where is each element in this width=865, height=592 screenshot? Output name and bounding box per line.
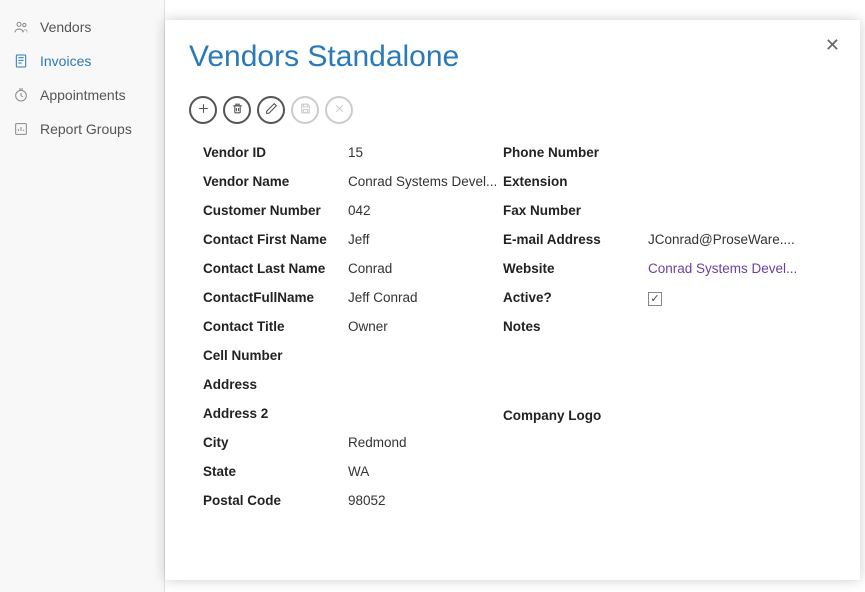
delete-button[interactable]: [223, 96, 251, 124]
field-notes: Notes: [503, 318, 836, 336]
field-label: Company Logo: [503, 407, 648, 425]
save-button: [291, 96, 319, 124]
field-address: Address: [203, 376, 503, 394]
cancel-button: [325, 96, 353, 124]
field-contact-title: Contact TitleOwner: [203, 318, 503, 336]
field-vendor-id: Vendor ID15: [203, 144, 503, 162]
field-active: Active?✓: [503, 289, 836, 307]
field-label: Vendor Name: [203, 173, 348, 191]
field-value: Jeff: [348, 231, 370, 249]
field-value-link[interactable]: Conrad Systems Devel...: [648, 260, 797, 278]
field-contact-first-name: Contact First NameJeff: [203, 231, 503, 249]
field-value[interactable]: JConrad@ProseWare....: [648, 231, 795, 249]
field-value: WA: [348, 463, 369, 481]
field-label: Vendor ID: [203, 144, 348, 162]
field-label: Phone Number: [503, 144, 648, 162]
field-fax-number: Fax Number: [503, 202, 836, 220]
field-label: Address 2: [203, 405, 348, 423]
field-value: Owner: [348, 318, 388, 336]
field-postal-code: Postal Code98052: [203, 492, 503, 510]
field-label: Active?: [503, 289, 648, 307]
field-phone-number: Phone Number: [503, 144, 836, 162]
detail-columns: Vendor ID15 Vendor NameConrad Systems De…: [203, 144, 836, 521]
field-cell-number: Cell Number: [203, 347, 503, 365]
field-label: ContactFullName: [203, 289, 348, 307]
field-value: 042: [348, 202, 371, 220]
field-city: CityRedmond: [203, 434, 503, 452]
field-value: 98052: [348, 492, 386, 510]
field-label: Contact Title: [203, 318, 348, 336]
modal-backdrop: ✕ Vendors Standalone Vendor ID15 Ven: [0, 0, 865, 592]
field-company-logo: Company Logo: [503, 407, 836, 425]
field-label: Contact Last Name: [203, 260, 348, 278]
field-value: 15: [348, 144, 363, 162]
pencil-icon: [265, 102, 278, 118]
field-label: Website: [503, 260, 648, 278]
field-label: Address: [203, 376, 348, 394]
field-label: Cell Number: [203, 347, 348, 365]
close-icon: ✕: [825, 35, 840, 55]
field-label: E-mail Address: [503, 231, 648, 249]
add-button[interactable]: [189, 96, 217, 124]
field-email-address: E-mail AddressJConrad@ProseWare....: [503, 231, 836, 249]
field-label: State: [203, 463, 348, 481]
field-state: StateWA: [203, 463, 503, 481]
right-column: Phone Number Extension Fax Number E-mail…: [503, 144, 836, 521]
field-value: Redmond: [348, 434, 407, 452]
field-value: ✓: [648, 289, 662, 307]
active-checkbox[interactable]: ✓: [648, 292, 662, 306]
left-column: Vendor ID15 Vendor NameConrad Systems De…: [203, 144, 503, 521]
edit-button[interactable]: [257, 96, 285, 124]
field-value: Jeff Conrad: [348, 289, 418, 307]
field-address-2: Address 2: [203, 405, 503, 423]
cancel-icon: [333, 102, 346, 118]
field-label: Fax Number: [503, 202, 648, 220]
modal-title: Vendors Standalone: [189, 40, 836, 74]
field-contact-full-name: ContactFullNameJeff Conrad: [203, 289, 503, 307]
field-label: Customer Number: [203, 202, 348, 220]
field-website: WebsiteConrad Systems Devel...: [503, 260, 836, 278]
field-vendor-name: Vendor NameConrad Systems Devel...: [203, 173, 503, 191]
field-customer-number: Customer Number042: [203, 202, 503, 220]
field-value: Conrad: [348, 260, 392, 278]
vendors-standalone-modal: ✕ Vendors Standalone Vendor ID15 Ven: [165, 20, 860, 580]
save-icon: [299, 102, 312, 118]
field-value: Conrad Systems Devel...: [348, 173, 497, 191]
toolbar: [189, 96, 836, 124]
trash-icon: [231, 102, 244, 118]
field-label: City: [203, 434, 348, 452]
field-label: Extension: [503, 173, 648, 191]
field-label: Postal Code: [203, 492, 348, 510]
field-extension: Extension: [503, 173, 836, 191]
close-button[interactable]: ✕: [825, 36, 840, 54]
field-contact-last-name: Contact Last NameConrad: [203, 260, 503, 278]
field-label: Contact First Name: [203, 231, 348, 249]
field-label: Notes: [503, 318, 648, 336]
plus-icon: [197, 102, 210, 118]
